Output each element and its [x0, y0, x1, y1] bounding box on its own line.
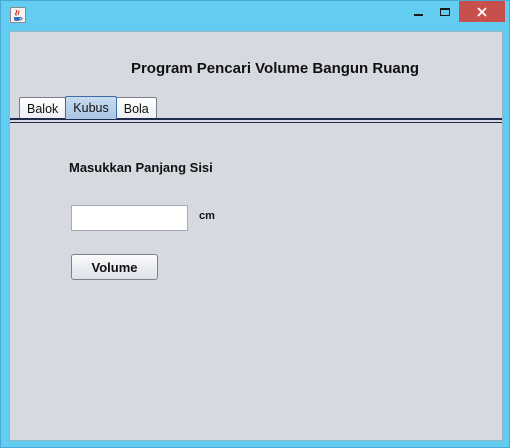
maximize-button[interactable]	[432, 1, 458, 22]
tab-bola[interactable]: Bola	[115, 97, 157, 119]
minimize-icon	[413, 14, 423, 16]
maximize-icon	[440, 7, 450, 16]
minimize-button[interactable]	[405, 1, 431, 22]
close-button[interactable]	[459, 1, 505, 22]
page-title: Program Pencari Volume Bangun Ruang	[130, 60, 420, 77]
side-length-input[interactable]	[71, 205, 188, 231]
java-cup-icon	[10, 7, 26, 23]
tab-kubus[interactable]: Kubus	[65, 96, 117, 119]
content-panel: Program Pencari Volume Bangun Ruang Balo…	[9, 31, 503, 441]
side-length-label: Masukkan Panjang Sisi	[69, 160, 213, 175]
tab-strip: Balok Kubus Bola	[19, 96, 157, 119]
tab-divider-secondary	[10, 122, 502, 123]
app-window: Program Pencari Volume Bangun Ruang Balo…	[0, 0, 510, 448]
unit-label: cm	[199, 210, 215, 222]
volume-button[interactable]: Volume	[71, 254, 158, 280]
close-icon	[477, 6, 487, 17]
title-bar[interactable]	[1, 1, 509, 31]
tab-balok[interactable]: Balok	[19, 97, 67, 119]
